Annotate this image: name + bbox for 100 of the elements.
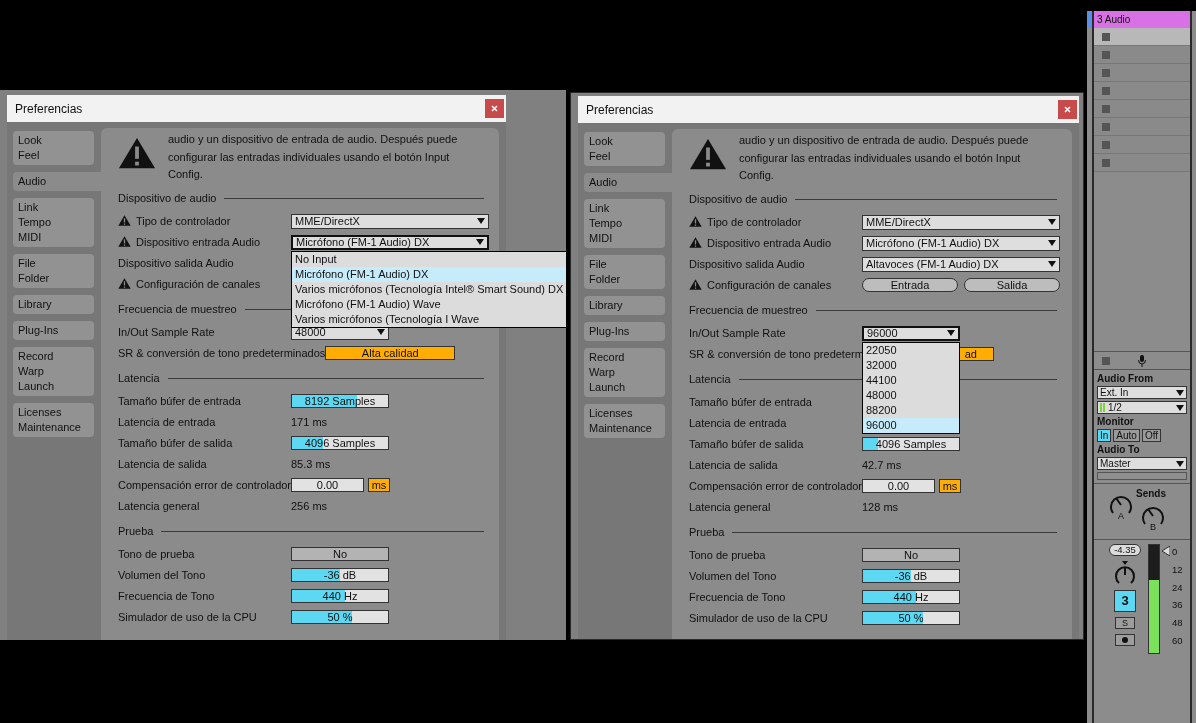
setting-label: Tipo de controlador [136, 213, 231, 229]
triangle-icon[interactable] [1162, 546, 1170, 556]
dropdown-option[interactable]: Micrófono (FM-1 Audio) DX [292, 266, 566, 282]
section-title: Dispositivo de audio [118, 191, 217, 207]
section-title: Latencia [689, 372, 731, 388]
caret-icon [1048, 261, 1056, 267]
stop-icon[interactable] [1102, 356, 1110, 365]
dropdown-option[interactable]: 88200 [863, 402, 959, 418]
dropdown-option[interactable]: 32000 [863, 357, 959, 373]
sidebar-tab[interactable]: Plug-Ins [13, 321, 94, 340]
warning-icon [118, 278, 131, 290]
toggle-button[interactable]: No [291, 547, 389, 561]
close-button[interactable] [1058, 100, 1077, 119]
value-slider[interactable]: 440 Hz [291, 589, 389, 603]
quality-button[interactable]: Alta calidad [325, 346, 456, 360]
microphone-icon[interactable] [1138, 354, 1146, 367]
sidebar-tab[interactable]: File Folder [584, 255, 665, 289]
dropdown-option[interactable]: 44100 [863, 372, 959, 388]
unit-button[interactable]: ms [368, 478, 391, 492]
volume-field[interactable]: -4.35 [1109, 544, 1141, 556]
sidebar-tab[interactable]: Look Feel [584, 132, 665, 166]
channel-button[interactable]: Salida [964, 278, 1060, 292]
setting-label: Compensación error de controlador [118, 477, 292, 493]
sidebar-tab[interactable]: Library [13, 295, 94, 314]
track-header[interactable]: 3 Audio [1094, 11, 1190, 28]
setting-label: Latencia de salida [118, 456, 207, 472]
dropdown[interactable]: MME/DirectX [862, 214, 1060, 230]
section-title: Prueba [118, 524, 154, 540]
close-button[interactable] [485, 99, 504, 118]
warning-icon [689, 279, 702, 291]
sidebar-tab[interactable]: Licenses Maintenance [584, 404, 665, 438]
dropdown-option[interactable]: Varios micrófonos (Tecnología I Wave [292, 311, 566, 327]
dropdown[interactable]: Ext. In [1097, 386, 1187, 399]
sidebar-tab[interactable]: Link Tempo MIDI [13, 198, 94, 247]
dropdown-option[interactable]: 48000 [863, 387, 959, 403]
caret-icon [476, 239, 484, 245]
dropdown[interactable]: 96000 [862, 325, 960, 341]
clip-slot[interactable] [1094, 28, 1190, 46]
setting-label: Volumen del Tono [689, 568, 777, 584]
pan-knob-icon[interactable] [1114, 561, 1136, 585]
channel-button[interactable]: Entrada [862, 278, 958, 292]
dropdown-option[interactable]: Micrófono (FM-1 Audio) Wave [292, 296, 566, 312]
record-icon [1122, 637, 1128, 643]
dropdown[interactable]: Micrófono (FM-1 Audio) DX [291, 234, 489, 250]
sidebar-tab[interactable]: Link Tempo MIDI [584, 199, 665, 248]
meter-scale-label: 36 [1172, 600, 1183, 611]
section-label: Audio From [1097, 373, 1155, 384]
setting-label: Tipo de controlador [707, 214, 802, 230]
meter-scale-label: 48 [1172, 618, 1183, 629]
setting-label: Dispositivo salida Audio [689, 256, 805, 272]
dropdown-option[interactable]: 96000 [863, 417, 959, 433]
section-title: Frecuencia de muestreo [118, 302, 237, 318]
setting-label: Latencia de entrada [118, 414, 216, 430]
dropdown[interactable]: Micrófono (FM-1 Audio) DX [862, 235, 1060, 251]
setting-label: Frecuencia de Tono [118, 588, 215, 604]
dropdown[interactable]: Altavoces (FM-1 Audio) DX [862, 256, 1060, 272]
sidebar-tab[interactable]: Look Feel [13, 131, 94, 165]
monitor-button[interactable]: Off [1141, 429, 1162, 442]
setting-label: Volumen del Tono [118, 567, 206, 583]
solo-button[interactable]: S [1115, 617, 1135, 629]
dropdown-option[interactable]: No Input [292, 251, 566, 267]
track-activator[interactable]: 3 [1114, 590, 1136, 612]
sidebar-tab[interactable]: Record Warp Launch [584, 348, 665, 397]
value-slider[interactable]: -36 dB [291, 568, 389, 582]
value-text: 85.3 ms [291, 456, 331, 472]
dropdown-option[interactable]: 22050 [863, 342, 959, 358]
value-slider[interactable]: 440 Hz [862, 590, 960, 604]
sidebar-tab[interactable]: Library [584, 296, 665, 315]
monitor-button[interactable]: In [1097, 429, 1112, 442]
section-title: Dispositivo de audio [689, 192, 788, 208]
number-field[interactable]: 0.00 [291, 478, 365, 492]
toggle-button[interactable]: No [862, 548, 960, 562]
setting-label: In/Out Sample Rate [689, 325, 786, 341]
warning-icon [689, 216, 702, 228]
value-slider[interactable]: 50 % [862, 611, 960, 625]
setting-label: Frecuencia de Tono [689, 589, 786, 605]
setting-label: Tamaño búfer de salida [689, 436, 804, 452]
sidebar-tab[interactable]: Licenses Maintenance [13, 403, 94, 437]
setting-label: Latencia general [118, 498, 200, 514]
dropdown[interactable]: Master [1097, 457, 1187, 470]
number-field[interactable]: 0.00 [862, 479, 936, 493]
dropdown[interactable]: 1/2 [1097, 401, 1187, 414]
setting-label: Dispositivo entrada Audio [707, 235, 832, 251]
unit-button[interactable]: ms [939, 479, 962, 493]
meter-scale-label: 24 [1172, 582, 1183, 593]
sends-label: Sends [1136, 487, 1166, 501]
dropdown[interactable]: MME/DirectX [291, 213, 489, 229]
value-slider[interactable]: -36 dB [862, 569, 960, 583]
dropdown-option[interactable]: Varios micrófonos (Tecnología Intel® Smart Sound) DX [292, 281, 566, 297]
sidebar-tab[interactable]: Plug-Ins [584, 322, 665, 341]
sidebar-tab[interactable]: File Folder [13, 254, 94, 288]
sidebar-tab[interactable]: Audio [584, 173, 672, 192]
channel-value: 1/2 [1108, 401, 1122, 415]
arm-button[interactable] [1115, 634, 1135, 646]
monitor-button[interactable]: Auto [1113, 429, 1140, 442]
value-slider[interactable]: 50 % [291, 610, 389, 624]
warning-icon [118, 236, 131, 248]
value-text: 128 ms [862, 499, 899, 515]
sidebar-tab[interactable]: Audio [13, 172, 101, 191]
sidebar-tab[interactable]: Record Warp Launch [13, 347, 94, 396]
